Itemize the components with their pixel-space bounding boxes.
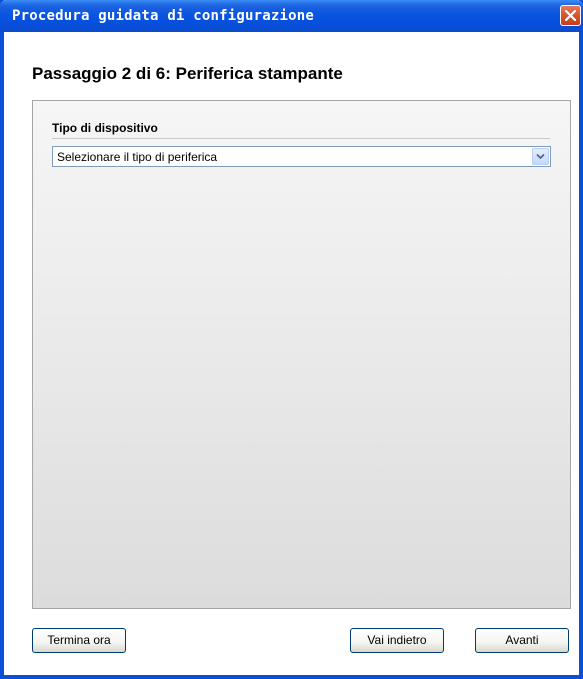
close-icon [565,10,576,21]
device-panel: Tipo di dispositivo Selezionare il tipo … [32,100,571,609]
close-button[interactable] [560,5,581,26]
dropdown-button[interactable] [532,148,549,165]
device-type-label: Tipo di dispositivo [52,121,158,135]
chevron-down-icon [536,153,545,160]
finish-now-button[interactable]: Termina ora [32,628,126,653]
window-title: Procedura guidata di configurazione [12,8,315,24]
next-button[interactable]: Avanti [475,628,569,653]
label-divider [52,138,550,139]
wizard-content: Passaggio 2 di 6: Periferica stampante T… [4,32,579,675]
wizard-window: Procedura guidata di configurazione Pass… [0,0,583,679]
step-heading: Passaggio 2 di 6: Periferica stampante [32,64,343,83]
go-back-button[interactable]: Vai indietro [350,628,444,653]
title-bar[interactable]: Procedura guidata di configurazione [0,0,583,32]
device-type-select[interactable]: Selezionare il tipo di periferica [52,146,551,167]
device-type-selected-value: Selezionare il tipo di periferica [57,150,218,164]
